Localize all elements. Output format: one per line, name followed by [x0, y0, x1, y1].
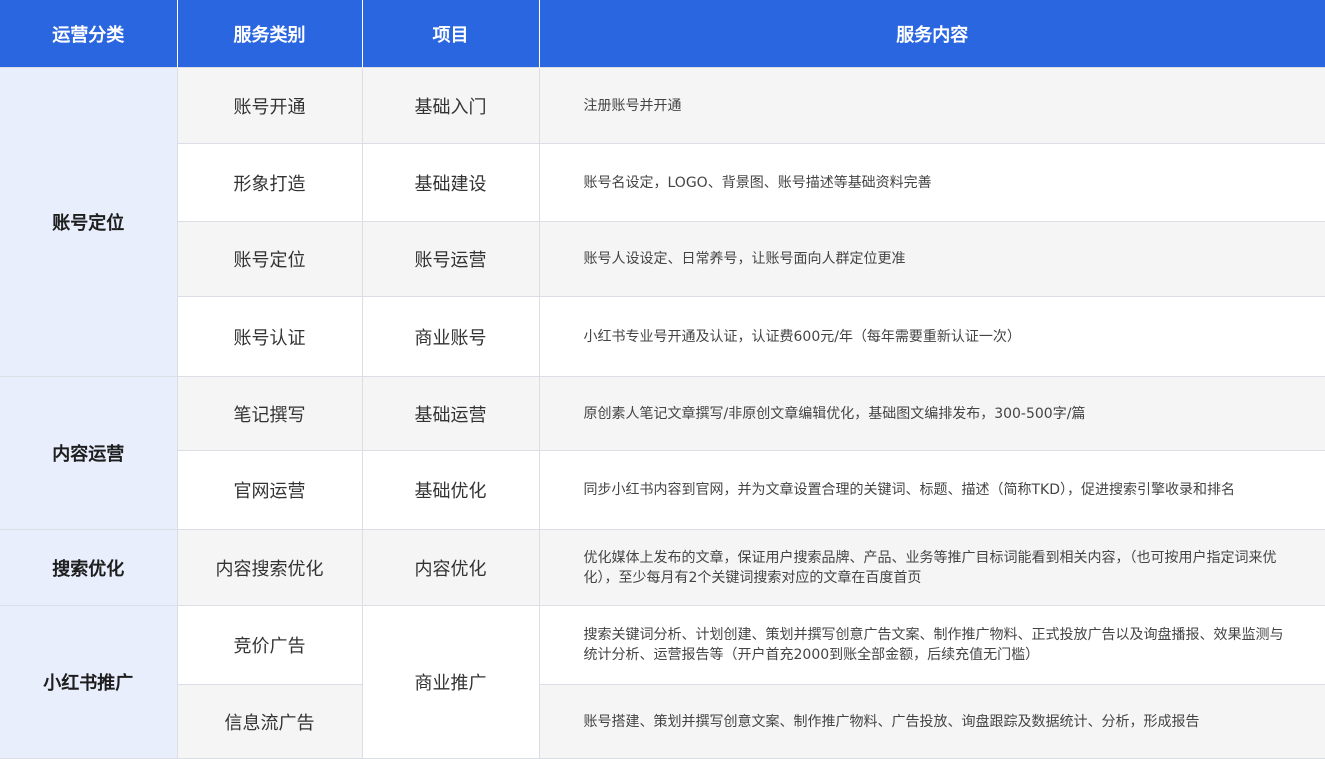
category-cell: 内容运营: [0, 376, 178, 530]
item-cell: 内容优化: [361, 529, 540, 606]
content-cell: 注册账号并开通: [538, 67, 1325, 144]
item-cell: 基础入门: [361, 67, 540, 144]
table-row: 账号定位 账号运营 账号人设设定、日常养号，让账号面向人群定位更准: [0, 221, 1325, 297]
content-cell: 搜索关键词分析、计划创建、策划并撰写创意广告文案、制作推广物料、正式投放广告以及…: [538, 605, 1325, 685]
content-cell: 同步小红书内容到官网，并为文章设置合理的关键词、标题、描述（简称TKD），促进搜…: [538, 450, 1325, 530]
table-row: 小红书推广 竞价广告 商业推广 搜索关键词分析、计划创建、策划并撰写创意广告文案…: [0, 605, 1325, 759]
table-row: 账号定位 账号开通 基础入门 注册账号并开通: [0, 67, 1325, 377]
table-row: 形象打造 基础建设 账号名设定，LOGO、背景图、账号描述等基础资料完善: [0, 143, 1325, 222]
table-row: 官网运营 基础优化 同步小红书内容到官网，并为文章设置合理的关键词、标题、描述（…: [0, 450, 1325, 530]
service-cell: 官网运营: [176, 450, 363, 530]
content-cell: 账号名设定，LOGO、背景图、账号描述等基础资料完善: [538, 143, 1325, 222]
content-cell: 小红书专业号开通及认证，认证费600元/年（每年需要重新认证一次）: [538, 296, 1325, 377]
item-cell: 基础优化: [361, 450, 540, 530]
item-cell: 基础建设: [361, 143, 540, 222]
content-cell: 账号搭建、策划并撰写创意文案、制作推广物料、广告投放、询盘跟踪及数据统计、分析，…: [538, 684, 1325, 759]
content-cell: 账号人设设定、日常养号，让账号面向人群定位更准: [538, 221, 1325, 297]
header-service: 服务类别: [177, 0, 363, 68]
item-cell: 商业账号: [361, 296, 540, 377]
service-cell: 账号定位: [176, 221, 363, 297]
table-row: 搜索优化 内容搜索优化 内容优化 优化媒体上发布的文章，保证用户搜索品牌、产品、…: [0, 529, 1325, 606]
header-category: 运营分类: [0, 0, 178, 68]
header-item: 项目: [362, 0, 540, 68]
table-row: 账号认证 商业账号 小红书专业号开通及认证，认证费600元/年（每年需要重新认证…: [0, 296, 1325, 377]
table-row: 内容运营 笔记撰写 基础运营 原创素人笔记文章撰写/非原创文章编辑优化，基础图文…: [0, 376, 1325, 530]
content-cell: 优化媒体上发布的文章，保证用户搜索品牌、产品、业务等推广目标词能看到相关内容，（…: [538, 529, 1325, 606]
service-table: 运营分类 服务类别 项目 服务内容 账号定位 账号开通 基础入门 注册账号并开通…: [0, 0, 1325, 759]
table-row: 信息流广告 账号搭建、策划并撰写创意文案、制作推广物料、广告投放、询盘跟踪及数据…: [0, 684, 1325, 759]
category-cell: 账号定位: [0, 67, 178, 377]
item-cell: 基础运营: [361, 376, 540, 451]
service-cell: 账号开通: [176, 67, 363, 144]
service-cell: 笔记撰写: [176, 376, 363, 451]
service-cell: 信息流广告: [176, 684, 363, 759]
item-cell: 账号运营: [361, 221, 540, 297]
service-cell: 内容搜索优化: [176, 529, 363, 606]
service-cell: 形象打造: [176, 143, 363, 222]
service-cell: 账号认证: [176, 296, 363, 377]
header-row: 运营分类 服务类别 项目 服务内容: [0, 0, 1325, 68]
content-cell: 原创素人笔记文章撰写/非原创文章编辑优化，基础图文编排发布，300-500字/篇: [538, 376, 1325, 451]
item-cell: 商业推广: [361, 605, 540, 759]
service-cell: 竞价广告: [176, 605, 363, 685]
header-content: 服务内容: [539, 0, 1325, 68]
category-cell: 小红书推广: [0, 605, 178, 759]
category-cell: 搜索优化: [0, 529, 178, 606]
